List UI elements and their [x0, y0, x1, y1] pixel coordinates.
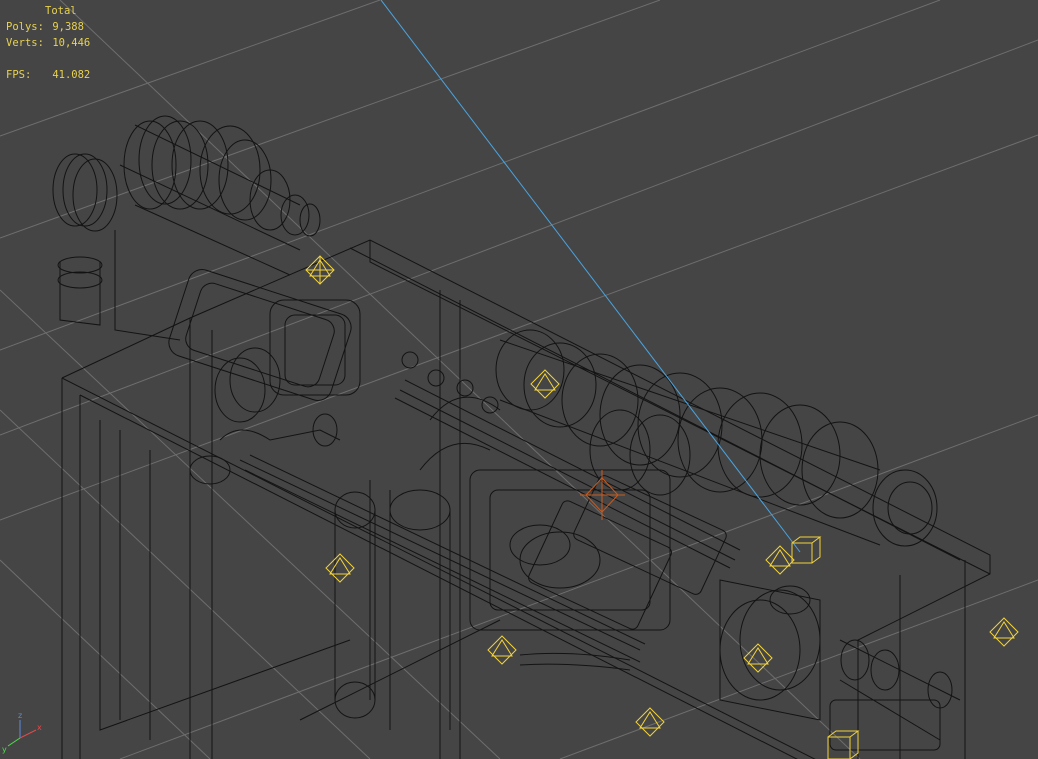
- y-axis-line: [7, 737, 21, 747]
- camera-target-icon[interactable]: [580, 470, 625, 520]
- x-axis-label: x: [37, 723, 42, 732]
- ground-grid: [0, 0, 1038, 759]
- x-axis-line: [19, 729, 37, 739]
- light-helper-icon[interactable]: [487, 635, 517, 665]
- camera-target-line: [380, 0, 801, 553]
- light-helper-icon[interactable]: [325, 553, 355, 583]
- wireframe-scene[interactable]: [0, 0, 1038, 759]
- y-axis-label: y: [2, 745, 7, 754]
- light-helper-icon[interactable]: [765, 545, 795, 575]
- 3d-viewport[interactable]: Total Polys: 9,388 Verts: 10,446 FPS: 41…: [0, 0, 1038, 759]
- axis-gizmo: z x y: [2, 711, 42, 754]
- light-helper-icon[interactable]: [530, 369, 560, 399]
- light-helper-cube-icon[interactable]: [791, 536, 822, 564]
- z-axis-label: z: [18, 711, 22, 720]
- light-helper-cube-icon[interactable]: [827, 730, 860, 759]
- light-helper-icon[interactable]: [989, 617, 1019, 647]
- light-helper-icon[interactable]: [743, 643, 773, 673]
- light-helper-icon[interactable]: [305, 255, 335, 285]
